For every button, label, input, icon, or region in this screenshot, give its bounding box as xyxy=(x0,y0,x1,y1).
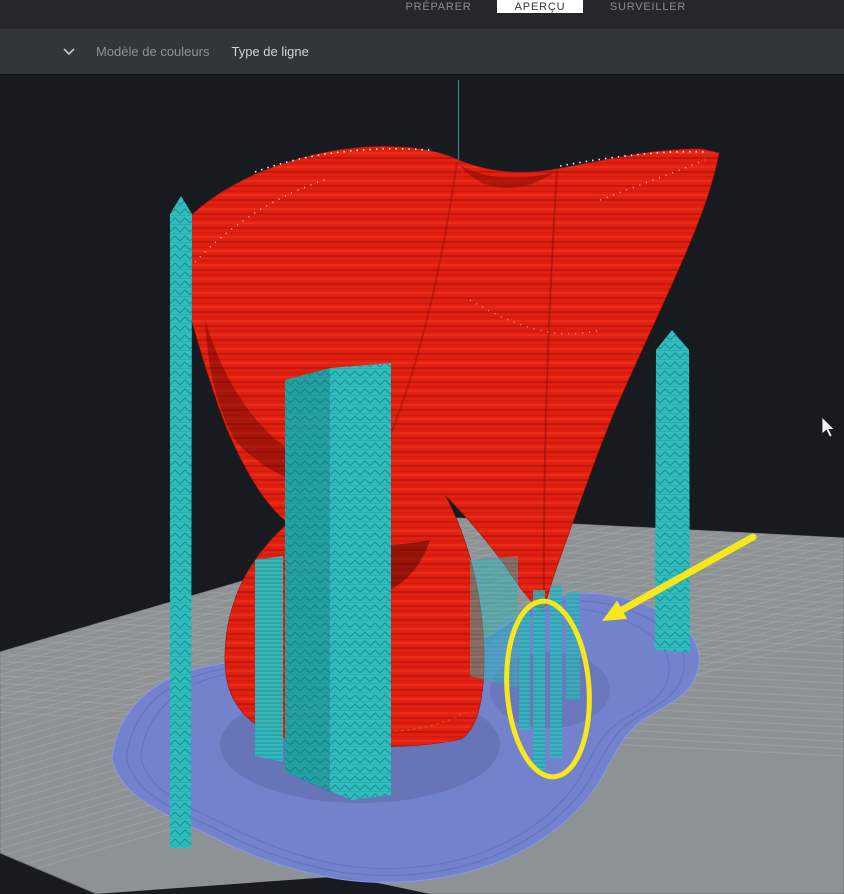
stage-tab-bar: PRÉPARER APERÇU SURVEILLER xyxy=(0,0,844,29)
support-pillar-left xyxy=(170,196,192,848)
3d-viewport[interactable] xyxy=(0,0,844,894)
preview-toolbar: Modèle de couleurs Type de ligne xyxy=(0,29,844,75)
support-pillar-right xyxy=(655,330,690,652)
stage-tabs: PRÉPARER APERÇU SURVEILLER xyxy=(380,0,713,13)
tab-surveiller[interactable]: SURVEILLER xyxy=(583,0,713,13)
color-scheme-dropdown[interactable]: Type de ligne xyxy=(231,44,308,59)
tab-preparer[interactable]: PRÉPARER xyxy=(380,0,497,13)
support-column-funnel xyxy=(255,556,283,762)
cura-window: PRÉPARER APERÇU SURVEILLER Modèle de cou… xyxy=(0,0,844,894)
tab-apercu[interactable]: APERÇU xyxy=(497,0,583,13)
color-scheme-label: Modèle de couleurs xyxy=(96,44,210,59)
chevron-down-icon[interactable] xyxy=(62,47,76,56)
